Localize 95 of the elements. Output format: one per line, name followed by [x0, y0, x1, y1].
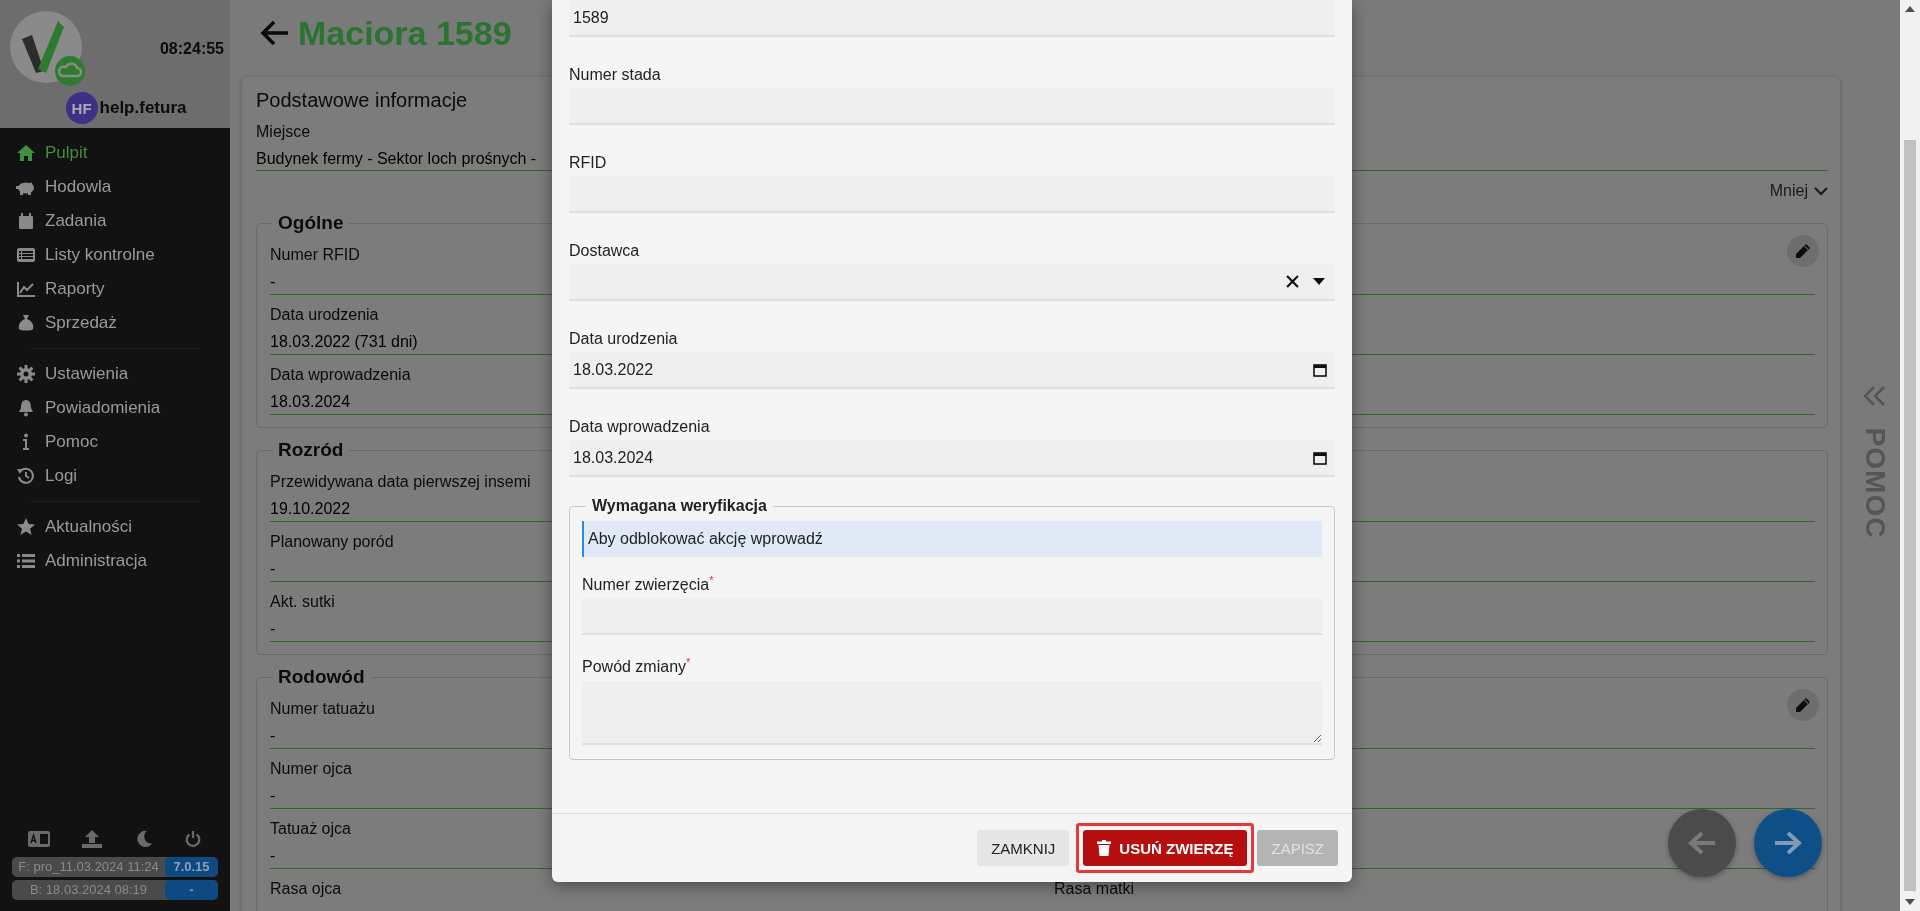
menu-item[interactable]: Pomoc — [0, 425, 230, 459]
caret-down-icon[interactable] — [1313, 278, 1325, 285]
money-bag-icon — [16, 313, 36, 333]
field-label: Rasa matki — [1054, 879, 1135, 899]
pencil-icon — [1795, 697, 1811, 713]
field-label: Dostawca — [569, 241, 641, 261]
build-info: F: pro_11.03.2024 11:24 — [17, 858, 160, 876]
field-label: Numer tatuażu — [270, 699, 375, 719]
field-label: RFID — [569, 153, 608, 173]
back-arrow-icon[interactable] — [260, 20, 290, 46]
collapse-toggle[interactable]: Mniej — [1769, 182, 1828, 200]
upload-icon[interactable] — [81, 829, 104, 849]
date-field[interactable]: 18.03.2022 — [569, 352, 1335, 389]
arrow-right-icon — [1773, 830, 1803, 856]
reason-field[interactable] — [582, 680, 1322, 745]
user-avatar[interactable]: HF — [65, 92, 98, 124]
field-label: Akt. sutki — [270, 592, 335, 612]
field-label: Rasa ojca — [270, 879, 342, 899]
chart-icon — [16, 279, 36, 299]
field-value: - — [270, 846, 276, 866]
bell-icon — [16, 398, 36, 418]
settings-icon — [16, 364, 36, 384]
info-message: Aby odblokować akcję wprowadź — [582, 521, 1322, 557]
history-icon — [16, 466, 36, 486]
edit-button[interactable] — [1787, 689, 1819, 721]
field-label: Numer ojca — [270, 759, 352, 779]
clear-icon[interactable] — [1286, 275, 1299, 288]
section-title: Rozród — [277, 438, 345, 462]
menu-item[interactable]: Aktualności — [0, 510, 230, 544]
section-title: Ogólne — [277, 211, 345, 235]
menu-item[interactable]: Sprzedaż — [0, 306, 230, 340]
field-value: Budynek fermy - Sektor loch prośnych - — [256, 149, 537, 169]
calendar-icon[interactable] — [1313, 450, 1327, 465]
field-value: - — [270, 619, 276, 639]
page-title: Maciora 1589 — [298, 13, 512, 53]
menu-item[interactable]: Administracja — [0, 544, 230, 578]
pencil-icon — [1795, 243, 1811, 259]
field-value: - — [270, 726, 276, 746]
menu-item[interactable]: Raporty — [0, 272, 230, 306]
menu-item[interactable]: Pulpit — [0, 136, 230, 170]
delete-button[interactable]: USUŃ ZWIERZĘ — [1083, 830, 1248, 866]
card-title: Podstawowe informacje — [256, 89, 468, 113]
field-value: 19.10.2022 — [270, 499, 351, 519]
field-label: Miejsce — [256, 122, 311, 142]
double-chevron-left-icon — [1863, 385, 1887, 407]
scrollbar[interactable] — [1900, 0, 1920, 911]
menu-item[interactable]: Listy kontrolne — [0, 238, 230, 272]
field-label: Planowany poród — [270, 532, 394, 552]
star-icon — [16, 517, 36, 537]
user-name[interactable]: help.fetura — [99, 98, 187, 118]
field-value: 18.03.2024 — [270, 392, 351, 412]
chevron-down-icon — [1814, 186, 1828, 196]
field-label: Tatuaż ojca — [270, 819, 351, 839]
scroll-down-icon[interactable] — [1905, 899, 1915, 905]
field-label: Data urodzenia — [270, 305, 379, 325]
field-label: Data urodzenia — [569, 329, 679, 349]
clock-time: 08:24:55 — [159, 40, 224, 58]
field-value: - — [270, 272, 276, 292]
edit-button[interactable] — [1787, 235, 1819, 267]
version-badge: - — [165, 880, 218, 900]
scroll-up-icon[interactable] — [1905, 6, 1915, 12]
field-label: Powód zmiany$^{*}$ — [582, 655, 692, 678]
field-value: - — [270, 786, 276, 806]
close-button[interactable]: ZAMKNIJ — [977, 830, 1070, 866]
trash-icon — [1097, 840, 1112, 856]
build-info: B: 18.03.2024 08:19 — [28, 881, 149, 899]
field-value: - — [270, 559, 276, 579]
section-title: Rodowód — [277, 665, 366, 689]
menu-item[interactable]: Zadania — [0, 204, 230, 238]
calendar-icon[interactable] — [1313, 362, 1327, 377]
field-label: Przewidywana data pierwszej insemi — [270, 472, 531, 492]
calendar-icon — [16, 211, 36, 231]
field-value: 18.03.2022 (731 dni) — [270, 332, 418, 352]
arrow-left-icon — [1687, 830, 1717, 856]
input-field[interactable]: 1589 — [569, 0, 1335, 37]
translate-icon[interactable] — [27, 831, 50, 847]
field-label: Numer zwierzęcia$^{*}$ — [582, 573, 715, 596]
field-label: Data wprowadzenia — [270, 365, 411, 385]
menu-item[interactable]: Hodowla — [0, 170, 230, 204]
scrollbar-thumb[interactable] — [1904, 140, 1916, 891]
version-badge: 7.0.15 — [165, 857, 218, 877]
field-label: Data wprowadzenia — [569, 417, 711, 437]
home-icon — [16, 143, 36, 163]
field-label: Numer stada — [569, 65, 662, 85]
field-label: Numer RFID — [270, 245, 360, 265]
list-icon — [16, 245, 36, 265]
panel-title: Wymagana weryfikacja — [591, 497, 768, 515]
power-icon[interactable] — [184, 830, 203, 848]
date-field[interactable]: 18.03.2024 — [569, 440, 1335, 477]
menu-item[interactable]: Logi — [0, 459, 230, 493]
menu-item[interactable]: Ustawienia — [0, 357, 230, 391]
menu-list-icon — [16, 551, 36, 571]
select-field[interactable] — [569, 264, 1335, 301]
menu-item[interactable]: Powiadomienia — [0, 391, 230, 425]
moon-icon[interactable] — [134, 830, 153, 848]
